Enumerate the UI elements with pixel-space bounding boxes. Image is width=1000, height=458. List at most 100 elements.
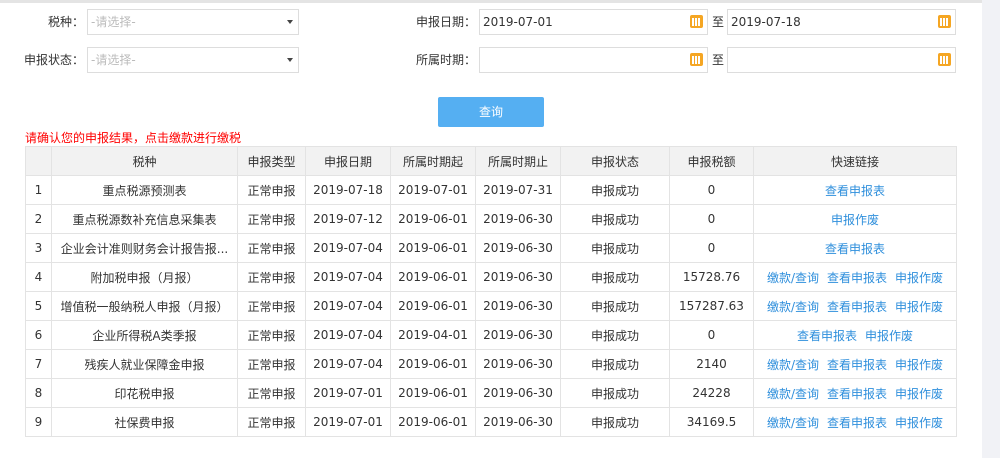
cell-date: 2019-07-01: [305, 407, 391, 437]
column-header: 快速链接: [753, 146, 957, 176]
cell-type: 正常申报: [237, 320, 306, 350]
quick-link[interactable]: 查看申报表: [827, 358, 887, 372]
cell-links: 缴款/查询 查看申报表 申报作废: [753, 291, 957, 321]
query-button[interactable]: 查询: [438, 97, 544, 127]
cell-date: 2019-07-04: [305, 233, 391, 263]
quick-link[interactable]: 缴款/查询: [767, 416, 819, 430]
cell-no: 8: [25, 378, 52, 408]
cell-amount: 157287.63: [669, 291, 754, 321]
table-row: 6 企业所得税A类季报 正常申报 2019-07-04 2019-04-01 2019-0…: [25, 320, 957, 350]
cell-type: 正常申报: [237, 291, 306, 321]
cell-end: 2019-06-30: [475, 291, 561, 321]
scrollbar-track[interactable]: [982, 0, 1000, 458]
table-row: 1 重点税源预测表 正常申报 2019-07-18 2019-07-01 2019-07-…: [25, 175, 957, 205]
column-header: 所属时期止: [475, 146, 561, 176]
table-row: 9 社保费申报 正常申报 2019-07-01 2019-06-01 2019-06-30…: [25, 407, 957, 437]
cell-end: 2019-06-30: [475, 233, 561, 263]
cell-tax: 重点税源数补充信息采集表: [51, 204, 238, 234]
quick-link[interactable]: 查看申报表: [827, 387, 887, 401]
cell-status: 申报成功: [560, 407, 670, 437]
decl-date-from-input[interactable]: 2019-07-01: [479, 9, 708, 35]
column-header: 申报状态: [560, 146, 670, 176]
quick-link[interactable]: 申报作废: [895, 300, 943, 314]
cell-tax: 印花税申报: [51, 378, 238, 408]
chevron-down-icon: [287, 20, 293, 24]
column-header: [25, 146, 52, 176]
status-placeholder: -请选择-: [91, 53, 136, 67]
cell-status: 申报成功: [560, 320, 670, 350]
cell-no: 5: [25, 291, 52, 321]
quick-link[interactable]: 查看申报表: [825, 242, 885, 256]
cell-end: 2019-06-30: [475, 262, 561, 292]
table-row: 4 附加税申报（月报） 正常申报 2019-07-04 2019-06-01 2019-0…: [25, 262, 957, 292]
cell-date: 2019-07-04: [305, 320, 391, 350]
to-label: 至: [712, 53, 725, 67]
cell-amount: 0: [669, 204, 754, 234]
calendar-icon[interactable]: [938, 53, 951, 66]
cell-end: 2019-06-30: [475, 378, 561, 408]
quick-link[interactable]: 申报作废: [831, 213, 879, 227]
decl-date-to-input[interactable]: 2019-07-18: [727, 9, 956, 35]
cell-start: 2019-04-01: [390, 320, 476, 350]
cell-no: 7: [25, 349, 52, 379]
cell-type: 正常申报: [237, 407, 306, 437]
cell-no: 4: [25, 262, 52, 292]
cell-type: 正常申报: [237, 262, 306, 292]
quick-link[interactable]: 查看申报表: [797, 329, 857, 343]
cell-end: 2019-06-30: [475, 204, 561, 234]
cell-tax: 企业所得税A类季报: [51, 320, 238, 350]
cell-amount: 15728.76: [669, 262, 754, 292]
cell-links: 查看申报表: [753, 175, 957, 205]
cell-type: 正常申报: [237, 175, 306, 205]
calendar-icon[interactable]: [690, 15, 703, 28]
quick-link[interactable]: 缴款/查询: [767, 300, 819, 314]
quick-link[interactable]: 申报作废: [895, 416, 943, 430]
tax-type-select[interactable]: -请选择-: [87, 9, 299, 35]
cell-end: 2019-06-30: [475, 407, 561, 437]
quick-link[interactable]: 申报作废: [865, 329, 913, 343]
cell-date: 2019-07-04: [305, 262, 391, 292]
cell-date: 2019-07-04: [305, 291, 391, 321]
cell-amount: 34169.5: [669, 407, 754, 437]
quick-link[interactable]: 申报作废: [895, 358, 943, 372]
cell-amount: 0: [669, 233, 754, 263]
quick-link[interactable]: 申报作废: [895, 387, 943, 401]
quick-link[interactable]: 查看申报表: [827, 416, 887, 430]
cell-type: 正常申报: [237, 349, 306, 379]
period-label: 所属时期：: [415, 53, 476, 67]
decl-date-to-value: 2019-07-18: [731, 15, 801, 29]
cell-date: 2019-07-18: [305, 175, 391, 205]
cell-status: 申报成功: [560, 378, 670, 408]
cell-start: 2019-06-01: [390, 349, 476, 379]
quick-link[interactable]: 查看申报表: [827, 300, 887, 314]
decl-date-label: 申报日期：: [415, 15, 476, 29]
cell-no: 9: [25, 407, 52, 437]
table-row: 2 重点税源数补充信息采集表 正常申报 2019-07-12 2019-06-01 201…: [25, 204, 957, 234]
cell-no: 1: [25, 175, 52, 205]
column-header: 税种: [51, 146, 238, 176]
quick-link[interactable]: 查看申报表: [825, 184, 885, 198]
quick-link[interactable]: 缴款/查询: [767, 387, 819, 401]
calendar-icon[interactable]: [938, 15, 951, 28]
cell-links: 缴款/查询 查看申报表 申报作废: [753, 378, 957, 408]
cell-start: 2019-06-01: [390, 262, 476, 292]
cell-start: 2019-07-01: [390, 175, 476, 205]
quick-link[interactable]: 申报作废: [895, 271, 943, 285]
cell-tax: 附加税申报（月报）: [51, 262, 238, 292]
cell-status: 申报成功: [560, 204, 670, 234]
quick-link[interactable]: 缴款/查询: [767, 358, 819, 372]
period-to-input[interactable]: [727, 47, 956, 73]
column-header: 申报类型: [237, 146, 306, 176]
chevron-down-icon: [287, 58, 293, 62]
cell-amount: 0: [669, 320, 754, 350]
cell-type: 正常申报: [237, 378, 306, 408]
cell-amount: 0: [669, 175, 754, 205]
cell-links: 申报作废: [753, 204, 957, 234]
quick-link[interactable]: 查看申报表: [827, 271, 887, 285]
table-row: 8 印花税申报 正常申报 2019-07-01 2019-06-01 2019-06-30…: [25, 378, 957, 408]
status-select[interactable]: -请选择-: [87, 47, 299, 73]
quick-link[interactable]: 缴款/查询: [767, 271, 819, 285]
cell-no: 6: [25, 320, 52, 350]
period-from-input[interactable]: [479, 47, 708, 73]
calendar-icon[interactable]: [690, 53, 703, 66]
